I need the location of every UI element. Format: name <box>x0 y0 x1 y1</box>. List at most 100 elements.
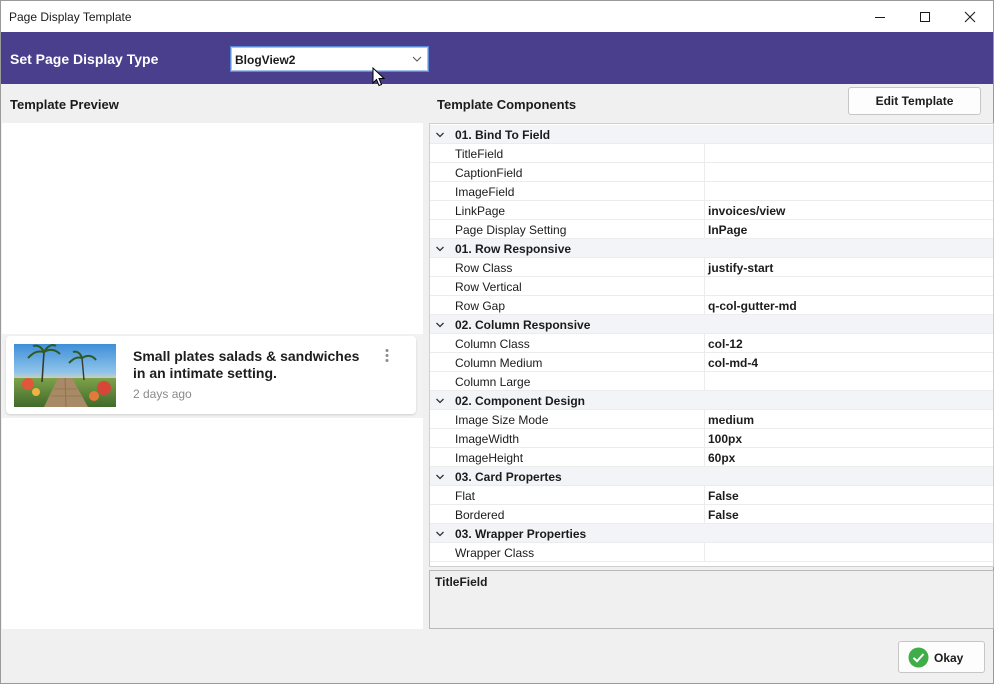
property-name: LinkPage <box>455 204 506 218</box>
property-value[interactable]: InPage <box>708 223 747 237</box>
property-category[interactable]: 03. Wrapper Properties <box>430 524 993 543</box>
maximize-button[interactable] <box>902 1 948 32</box>
property-name: Column Large <box>455 375 531 389</box>
property-category-name: 01. Row Responsive <box>455 242 572 256</box>
property-category-name: 02. Column Responsive <box>455 318 591 332</box>
maximize-icon <box>920 11 930 22</box>
column-divider <box>704 144 705 163</box>
display-type-select[interactable]: BlogView2 <box>230 46 429 72</box>
chevron-expanded-icon[interactable] <box>435 529 445 539</box>
property-row[interactable]: Wrapper Class <box>430 543 993 562</box>
column-divider <box>704 163 705 182</box>
property-name: Flat <box>455 489 476 503</box>
property-row[interactable]: ImageWidth 100px <box>430 429 993 448</box>
column-divider <box>704 353 705 372</box>
property-row[interactable]: Page Display Setting InPage <box>430 220 993 239</box>
property-value[interactable]: 100px <box>708 432 742 446</box>
property-name: Row Gap <box>455 299 506 313</box>
property-category[interactable]: 02. Component Design <box>430 391 993 410</box>
property-category-name: 01. Bind To Field <box>455 128 551 142</box>
property-row[interactable]: CaptionField <box>430 163 993 182</box>
property-value[interactable]: 60px <box>708 451 735 465</box>
minimize-icon <box>875 16 885 18</box>
close-button[interactable] <box>947 1 993 32</box>
property-category-name: 03. Card Propertes <box>455 470 562 484</box>
property-name: Column Class <box>455 337 530 351</box>
template-preview-pane: Small plates salads & sandwiches in an i… <box>2 123 423 629</box>
column-divider <box>704 372 705 391</box>
property-value[interactable]: col-12 <box>708 337 743 351</box>
property-row[interactable]: Image Size Mode medium <box>430 410 993 429</box>
property-row[interactable]: Row Class justify-start <box>430 258 993 277</box>
column-divider <box>704 182 705 201</box>
property-value[interactable]: q-col-gutter-md <box>708 299 797 313</box>
property-name: TitleField <box>455 147 504 161</box>
property-description: TitleField <box>429 570 994 629</box>
okay-label: Okay <box>934 651 964 665</box>
chevron-expanded-icon[interactable] <box>435 244 445 254</box>
display-type-label: Set Page Display Type <box>10 51 159 67</box>
property-name: ImageField <box>455 185 515 199</box>
property-row[interactable]: Column Medium col-md-4 <box>430 353 993 372</box>
property-value[interactable]: col-md-4 <box>708 356 758 370</box>
column-divider <box>704 277 705 296</box>
window-title: Page Display Template <box>9 10 132 24</box>
chevron-down-icon <box>412 56 422 62</box>
chevron-expanded-icon[interactable] <box>435 320 445 330</box>
property-name: Row Vertical <box>455 280 522 294</box>
property-name: Image Size Mode <box>455 413 549 427</box>
preview-card[interactable]: Small plates salads & sandwiches in an i… <box>6 336 416 414</box>
column-divider <box>704 448 705 467</box>
property-value[interactable]: medium <box>708 413 754 427</box>
chevron-expanded-icon[interactable] <box>435 130 445 140</box>
property-value[interactable]: False <box>708 489 739 503</box>
property-category[interactable]: 01. Bind To Field <box>430 125 993 144</box>
property-category-name: 03. Wrapper Properties <box>455 527 587 541</box>
property-value[interactable]: justify-start <box>708 261 773 275</box>
column-divider <box>704 296 705 315</box>
property-name: Column Medium <box>455 356 543 370</box>
minimize-button[interactable] <box>857 1 903 32</box>
property-category[interactable]: 03. Card Propertes <box>430 467 993 486</box>
property-row[interactable]: Row Vertical <box>430 277 993 296</box>
property-row[interactable]: TitleField <box>430 144 993 163</box>
template-components-heading: Template Components <box>437 97 577 112</box>
property-name: Wrapper Class <box>455 546 535 560</box>
column-divider <box>704 258 705 277</box>
chevron-expanded-icon[interactable] <box>435 396 445 406</box>
column-divider <box>704 220 705 239</box>
property-row[interactable]: LinkPage invoices/view <box>430 201 993 220</box>
property-category[interactable]: 01. Row Responsive <box>430 239 993 258</box>
property-category[interactable]: 02. Column Responsive <box>430 315 993 334</box>
property-name: CaptionField <box>455 166 523 180</box>
property-row[interactable]: ImageHeight 60px <box>430 448 993 467</box>
title-bar: Page Display Template <box>1 1 993 32</box>
property-row[interactable]: Column Large <box>430 372 993 391</box>
property-description-title: TitleField <box>435 575 488 589</box>
close-icon <box>964 11 976 22</box>
property-name: Bordered <box>455 508 505 522</box>
edit-template-button[interactable]: Edit Template <box>848 87 981 115</box>
property-category-name: 02. Component Design <box>455 394 586 408</box>
chevron-expanded-icon[interactable] <box>435 472 445 482</box>
column-divider <box>704 429 705 448</box>
more-vertical-icon[interactable] <box>383 348 391 364</box>
template-preview-heading: Template Preview <box>10 97 119 112</box>
card-timestamp: 2 days ago <box>133 387 192 401</box>
property-value[interactable]: False <box>708 508 739 522</box>
property-value[interactable]: invoices/view <box>708 204 785 218</box>
property-row[interactable]: ImageField <box>430 182 993 201</box>
property-row[interactable]: Row Gap q-col-gutter-md <box>430 296 993 315</box>
property-row[interactable]: Column Class col-12 <box>430 334 993 353</box>
property-grid: 01. Bind To Field TitleField CaptionField I… <box>429 123 994 567</box>
page-display-template-window: Page Display Template Set Page Display T… <box>0 0 994 684</box>
property-row[interactable]: Bordered False <box>430 505 993 524</box>
mouse-pointer-icon <box>372 67 385 87</box>
property-row[interactable]: Flat False <box>430 486 993 505</box>
column-divider <box>704 486 705 505</box>
property-name: ImageWidth <box>455 432 520 446</box>
property-name: Row Class <box>455 261 513 275</box>
property-name: Page Display Setting <box>455 223 567 237</box>
okay-button[interactable]: Okay <box>898 641 985 673</box>
column-divider <box>704 201 705 220</box>
